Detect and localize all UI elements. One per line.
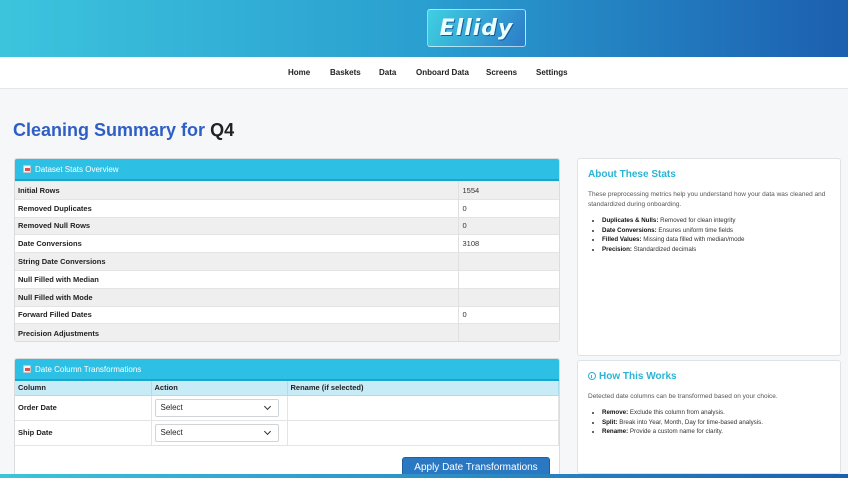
transform-action-cell: Select [151,395,288,421]
how-card-title: How This Works [599,371,677,382]
info-item-term: Duplicates & Nulls: [602,217,659,224]
col-header-action: Action [151,381,288,396]
stats-row: String Date Conversions [15,252,559,271]
info-item-term: Precision: [602,245,632,253]
stats-row-label: Null Filled with Mode [15,287,459,307]
transform-row: Order Date Select [15,395,559,421]
stats-table: Initial Rows 1554 Removed Duplicates 0 Remov… [15,181,559,341]
about-stats-card: About These Stats These preprocessing me… [577,158,841,356]
about-card-intro: These preprocessing metrics help you und… [588,191,826,208]
nav-settings[interactable]: Settings [536,68,568,77]
nav-data[interactable]: Data [379,68,396,77]
action-select-value: Select [160,428,183,437]
info-item-term: Filled Values: [602,236,642,243]
transform-panel-header: Date Column Transformations [15,359,559,381]
info-item-desc: Ensures uniform time fields [658,226,734,234]
nav-onboard-data[interactable]: Onboard Data [416,68,469,77]
info-list-item: Duplicates & Nulls: Removed for clean in… [602,216,830,226]
info-list-item: Precision: Standardized decimals [602,245,830,255]
transform-rename-cell[interactable] [287,395,559,421]
info-item-desc: Exclude this column from analysis. [629,409,725,416]
stats-row-value [458,323,559,341]
col-header-column: Column [15,381,152,396]
stats-row-value [458,252,559,271]
chevron-down-icon [263,402,271,410]
stats-row-label: Precision Adjustments [15,323,459,341]
info-list-item: Filled Values: Missing data filled with … [602,235,830,245]
stats-row-value: 0 [458,216,559,235]
top-banner: Ellidy [0,0,848,57]
info-list-item: Split: Break into Year, Month, Day for t… [602,418,830,428]
transform-panel-title: Date Column Transformations [35,364,142,374]
how-list: Remove: Exclude this column from analysi… [588,408,830,437]
info-item-desc: Removed for clean integrity [660,217,736,224]
how-card-intro: Detected date columns can be transformed… [588,393,778,400]
stats-row-value: 3108 [458,234,559,253]
stats-row-label: Date Conversions [15,234,459,253]
how-card-heading: How This Works [588,371,830,382]
main-nav: Home Baskets Data Onboard Data Screens S… [0,57,848,89]
stats-row: Forward Filled Dates 0 [15,305,559,324]
how-it-works-card: How This Works Detected date columns can… [577,360,841,474]
info-item-term: Rename: [602,428,629,435]
stats-row-label: String Date Conversions [15,252,459,271]
nav-baskets[interactable]: Baskets [330,68,361,77]
stats-row-label: Forward Filled Dates [15,305,459,324]
stats-row-value [458,287,559,307]
brand-logo[interactable]: Ellidy [427,9,526,47]
chart-icon [23,165,31,173]
stats-row-label: Removed Duplicates [15,198,459,218]
transform-table: Column Action Rename (if selected) Order… [15,381,559,446]
logo-text: Ellidy [439,15,514,41]
info-item-term: Date Conversions: [602,226,657,234]
stats-row-value [458,269,559,289]
dataset-stats-panel: Dataset Stats Overview Initial Rows 1554 R… [14,158,560,342]
stats-row: Removed Null Rows 0 [15,216,559,235]
transform-rename-cell[interactable] [287,420,559,446]
stats-row-label: Removed Null Rows [15,216,459,235]
page-title-prefix: Cleaning Summary for [13,120,206,140]
stats-row-value: 1554 [458,181,559,200]
col-header-rename: Rename (if selected) [287,381,559,396]
info-list-item: Date Conversions: Ensures uniform time f… [602,226,830,236]
page-title: Cleaning Summary for Q4 [13,120,234,141]
stats-panel-title: Dataset Stats Overview [35,164,119,174]
stats-row-value: 0 [458,198,559,218]
nav-home[interactable]: Home [288,68,310,77]
info-item-desc: Missing data filled with median/mode [643,236,745,243]
stats-row: Date Conversions 3108 [15,234,559,253]
action-select[interactable]: Select [154,398,279,417]
bottom-strip [0,474,848,478]
stats-row: Removed Duplicates 0 [15,198,559,218]
nav-screens[interactable]: Screens [486,68,517,77]
stats-row-value: 0 [458,305,559,324]
info-list-item: Rename: Provide a custom name for clarit… [602,427,830,437]
action-select-value: Select [160,403,183,412]
stats-row: Initial Rows 1554 [15,181,559,200]
page-title-quarter: Q4 [210,120,235,140]
info-list-item: Remove: Exclude this column from analysi… [602,408,830,418]
info-item-desc: Standardized decimals [633,245,697,253]
transform-column-name: Order Date [15,395,152,421]
about-card-title: About These Stats [588,169,676,180]
about-list: Duplicates & Nulls: Removed for clean in… [588,216,830,254]
stats-row-label: Null Filled with Median [15,269,459,289]
transform-row: Ship Date Select [15,420,559,446]
calendar-icon [23,365,31,373]
transform-column-name: Ship Date [15,420,152,446]
stats-row: Null Filled with Mode [15,287,559,307]
chevron-down-icon [263,427,271,435]
info-item-desc: Provide a custom name for clarity. [629,428,723,435]
action-select[interactable]: Select [154,423,279,442]
stats-row-label: Initial Rows [15,181,459,200]
info-item-term: Split: [602,418,618,426]
info-item-term: Remove: [602,409,629,416]
transform-action-cell: Select [151,420,288,446]
stats-row: Null Filled with Median [15,269,559,289]
info-item-desc: Break into Year, Month, Day for time-bas… [619,418,763,426]
stats-row: Precision Adjustments [15,323,559,341]
info-icon [588,372,596,380]
stats-panel-header: Dataset Stats Overview [15,159,559,181]
